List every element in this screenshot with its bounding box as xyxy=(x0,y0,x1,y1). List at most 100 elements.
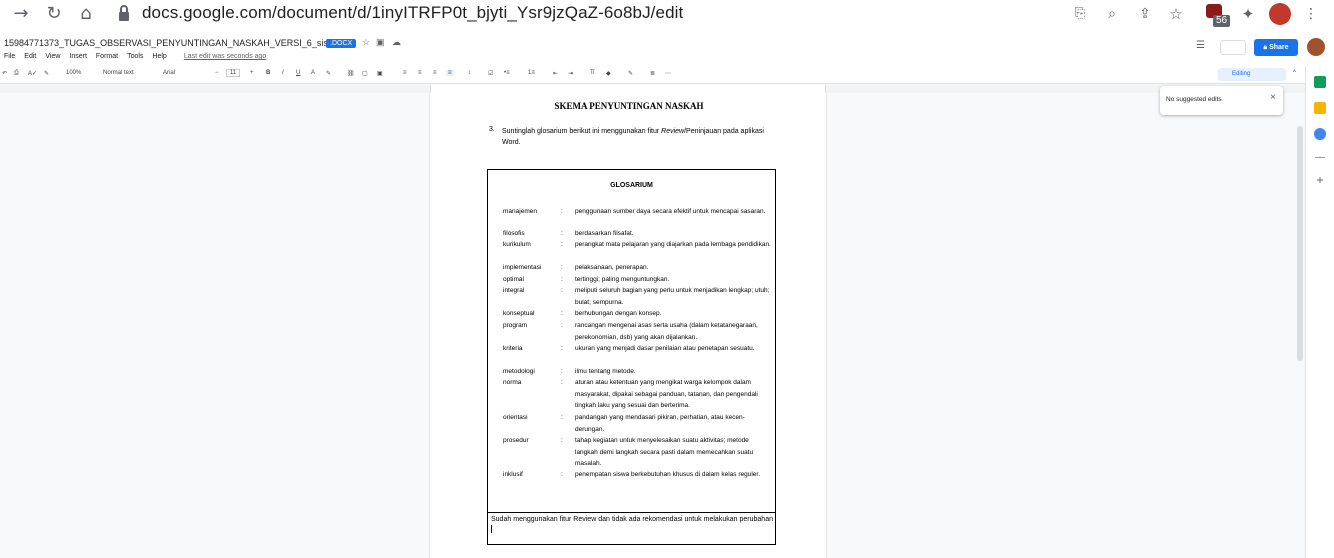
glossary-colon: : xyxy=(561,471,563,478)
divider-line: — xyxy=(1315,152,1325,163)
undo-icon[interactable]: ↶ xyxy=(2,70,7,77)
border-color-icon[interactable]: ✎ xyxy=(628,70,633,77)
glossary-def: perangkat mata pelajaran yang diajarkan … xyxy=(575,241,771,248)
menu-help[interactable]: Help xyxy=(152,53,166,60)
reload-icon[interactable]: ↻ xyxy=(43,3,65,25)
align-justify-icon[interactable]: ≡ xyxy=(446,70,454,76)
text-color-icon[interactable]: A xyxy=(311,70,315,76)
style-select[interactable]: Normal text xyxy=(103,70,134,76)
glossary-colon: : xyxy=(561,264,563,271)
align-right-icon[interactable]: ≡ xyxy=(433,70,437,76)
glossary-def: ilmu tentang metode. xyxy=(575,368,636,375)
glossary-term: inklusif xyxy=(503,471,523,478)
translate-icon[interactable]: ⎘ xyxy=(1069,3,1091,25)
glossary-colon: : xyxy=(561,287,563,294)
glossary-term: prosedur xyxy=(503,437,529,444)
glossary-colon: : xyxy=(561,437,563,444)
highlight-icon[interactable]: ✎ xyxy=(326,70,331,77)
text-cursor xyxy=(491,525,492,534)
back-arrow-icon[interactable]: → xyxy=(10,3,32,25)
glossary-def: berhubungan dengan konsep. xyxy=(575,310,662,317)
align-center-icon[interactable]: ≡ xyxy=(418,70,422,76)
share-page-icon[interactable]: ⇪ xyxy=(1134,3,1156,25)
increase-indent-icon[interactable]: ⇥ xyxy=(568,70,573,77)
line-spacing-icon[interactable]: ↕ xyxy=(468,70,471,76)
bulleted-list-icon[interactable]: •≡ xyxy=(504,70,510,76)
insert-image-icon[interactable]: ▣ xyxy=(377,70,383,77)
keep-icon[interactable] xyxy=(1314,102,1326,114)
decrease-indent-icon[interactable]: ⇤ xyxy=(553,70,558,77)
paint-format-icon[interactable]: ✎ xyxy=(44,70,49,77)
print-icon[interactable]: ⎙ xyxy=(14,70,19,77)
home-icon[interactable]: ⌂ xyxy=(75,3,97,25)
present-button[interactable] xyxy=(1220,40,1246,55)
editing-mode-select[interactable]: Editing xyxy=(1218,68,1286,81)
glossary-term: metodologi xyxy=(503,368,535,375)
document-title[interactable]: 15984771373_TUGAS_OBSERVASI_PENYUNTINGAN… xyxy=(4,38,343,48)
comment-history-icon[interactable]: ☰ xyxy=(1196,40,1210,52)
border-dash-icon[interactable]: ⋯ xyxy=(665,70,671,77)
formatting-toolbar: ↶ ⎙ A✓ ✎ 100% Normal text Arial − 11 + B… xyxy=(0,66,1305,84)
page-heading: SKEMA PENYUNTINGAN NASKAH xyxy=(554,101,704,111)
border-width-icon[interactable]: ≣ xyxy=(650,70,655,77)
move-folder-icon[interactable]: ▣ xyxy=(376,37,385,48)
sheets-icon[interactable] xyxy=(1314,76,1326,88)
user-avatar[interactable] xyxy=(1307,38,1325,56)
suggestions-panel: No suggested edits × xyxy=(1160,86,1283,115)
profile-avatar[interactable] xyxy=(1269,3,1291,25)
kebab-menu-icon[interactable]: ⋮ xyxy=(1300,3,1322,25)
numbered-list-icon[interactable]: 1≡ xyxy=(528,70,535,76)
document-page[interactable]: SKEMA PENYUNTINGAN NASKAH 3. Suntinglah … xyxy=(429,93,827,558)
docx-badge: .DOCX xyxy=(326,39,357,48)
review-note[interactable]: Sudah menggunakan fitur Review dan tidak… xyxy=(491,515,773,535)
menu-file[interactable]: File xyxy=(4,53,15,60)
table-divider xyxy=(488,512,775,513)
glossary-colon: : xyxy=(561,345,563,352)
extension-badge: 56 xyxy=(1213,15,1231,27)
font-size-increase[interactable]: + xyxy=(250,70,254,76)
glossary-def: pelaksanaan, penerapan. xyxy=(575,264,649,271)
link-icon[interactable]: ⛓ xyxy=(347,70,355,77)
glossary-def: penempatan siswa berkebutuhan khusus di … xyxy=(575,471,761,478)
ruler-track[interactable] xyxy=(430,85,826,93)
glossary-def: pandangan yang mendasari pikiran, perhat… xyxy=(575,414,745,433)
add-addon-icon[interactable]: + xyxy=(1314,174,1326,186)
zoom-icon[interactable]: ⌕ xyxy=(1101,3,1123,25)
vertical-scrollbar[interactable] xyxy=(1297,126,1303,361)
puzzle-icon[interactable]: ✦ xyxy=(1237,3,1259,25)
menu-insert[interactable]: Insert xyxy=(69,53,87,60)
menu-tools[interactable]: Tools xyxy=(127,53,143,60)
star-icon[interactable]: ☆ xyxy=(362,37,370,48)
menu-format[interactable]: Format xyxy=(96,53,118,60)
underline-icon[interactable]: U xyxy=(296,70,300,76)
bold-icon[interactable]: B xyxy=(266,70,270,76)
fill-color-icon[interactable]: ◆ xyxy=(606,70,611,77)
font-size-decrease[interactable]: − xyxy=(215,70,219,76)
last-edit-link[interactable]: Last edit was seconds ago xyxy=(184,53,267,60)
close-icon[interactable]: × xyxy=(1270,92,1276,103)
font-select[interactable]: Arial xyxy=(163,70,175,76)
ruler[interactable] xyxy=(0,85,1305,93)
glossary-colon: : xyxy=(561,414,563,421)
bookmark-star-icon[interactable]: ☆ xyxy=(1165,3,1187,25)
lock-icon xyxy=(119,5,129,21)
share-button[interactable]: 🔒︎ Share xyxy=(1254,39,1298,56)
tasks-icon[interactable] xyxy=(1314,128,1326,140)
menu-view[interactable]: View xyxy=(45,53,60,60)
address-bar[interactable]: docs.google.com/document/d/1inyITRFP0t_b… xyxy=(142,3,683,23)
spellcheck-icon[interactable]: A✓ xyxy=(28,70,37,77)
glossary-title: GLOSARIUM xyxy=(610,182,653,189)
menu-edit[interactable]: Edit xyxy=(24,53,36,60)
add-comment-icon[interactable]: ▢ xyxy=(362,70,368,77)
font-size-input[interactable]: 11 xyxy=(226,69,241,77)
italic-icon[interactable]: I xyxy=(282,70,284,76)
checklist-icon[interactable]: ☑ xyxy=(488,70,493,77)
glossary-def: penggunaan sumber daya secara efektif un… xyxy=(575,208,766,215)
collapse-menu-icon[interactable]: ^ xyxy=(1293,70,1296,76)
clear-formatting-icon[interactable]: T̸ xyxy=(590,70,594,76)
glossary-colon: : xyxy=(561,241,563,248)
glossary-term: integral xyxy=(503,287,525,294)
zoom-select[interactable]: 100% xyxy=(66,70,81,76)
glossary-term: kriteria xyxy=(503,345,523,352)
align-left-icon[interactable]: ≡ xyxy=(403,70,407,76)
